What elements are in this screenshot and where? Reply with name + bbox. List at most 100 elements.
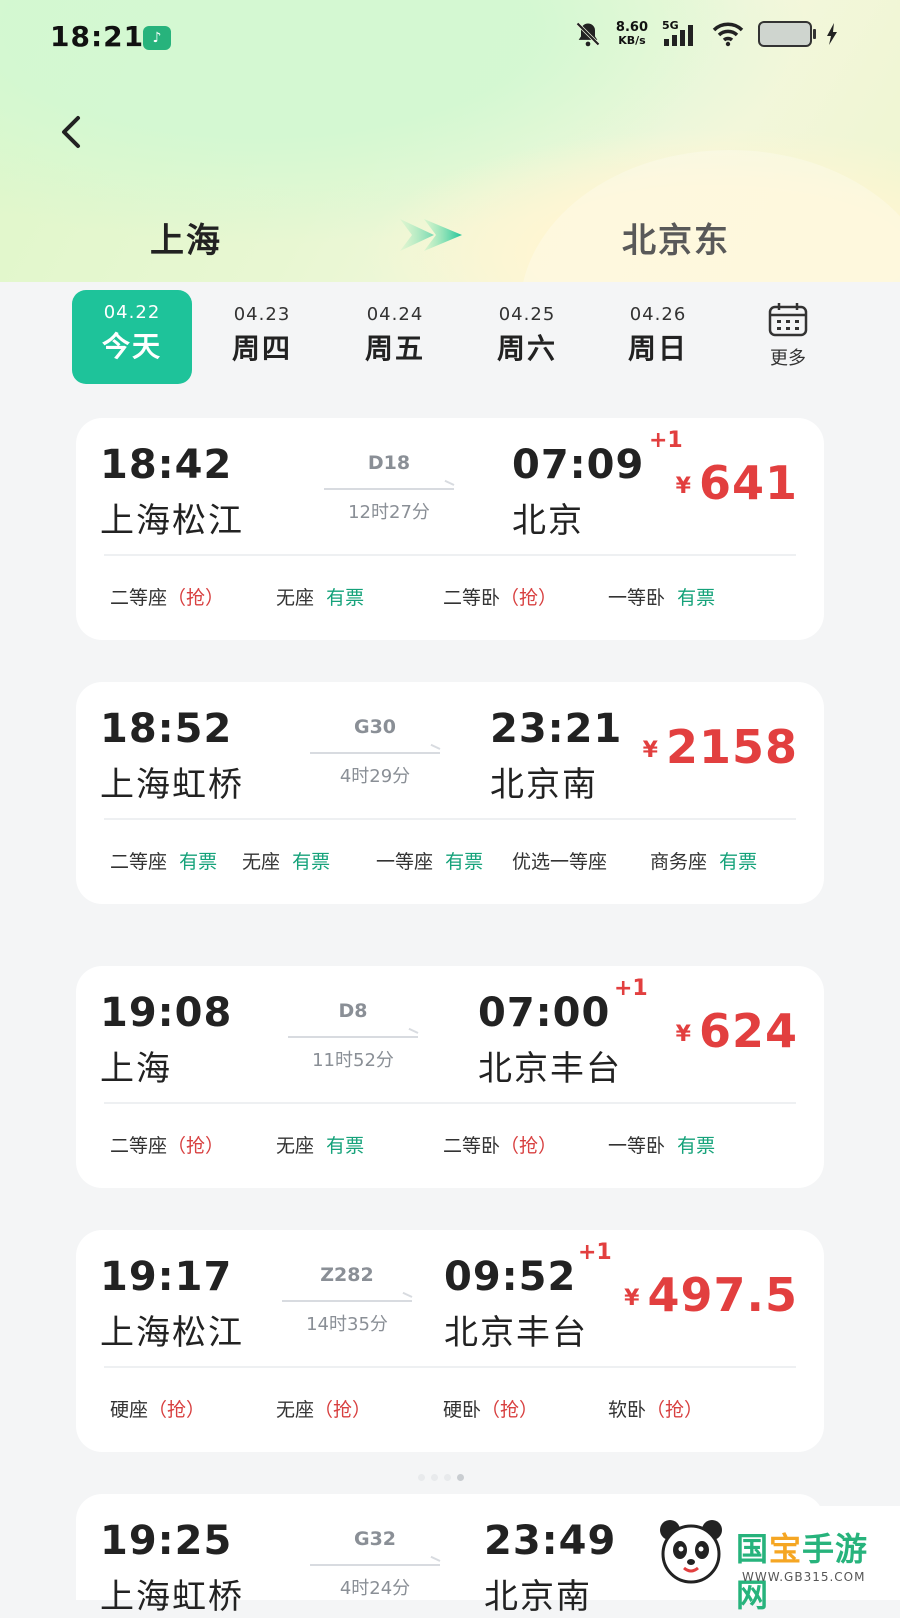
network-speed: 8.60 KB/s: [616, 21, 648, 47]
seat-item: 二等座（抢）: [110, 583, 224, 610]
departure-time: 18:52: [100, 706, 233, 752]
date-tab-today[interactable]: 04.22 今天: [72, 290, 192, 384]
seat-type: 软卧: [608, 1399, 647, 1421]
route-line: [324, 484, 454, 494]
price: ¥624: [676, 1004, 798, 1058]
route-header: 上海 北京东: [0, 205, 900, 265]
currency-symbol: ¥: [675, 474, 691, 499]
departure-station: 上海虹桥: [100, 1577, 244, 1617]
arrival-time: 09:52: [444, 1254, 577, 1300]
date-tab-thu[interactable]: 04.23 周四: [202, 292, 322, 382]
destination-city[interactable]: 北京东: [622, 213, 730, 262]
mute-bell-icon: [576, 22, 600, 47]
route-line: [310, 748, 440, 758]
status-icons: 8.60 KB/s 5G: [574, 19, 838, 48]
seat-availability: 硬座（抢） 无座（抢） 硬卧（抢） 软卧（抢）: [110, 1395, 810, 1425]
watermark-name-b: 宝: [769, 1530, 803, 1568]
seat-type: 硬座: [110, 1399, 149, 1421]
train-info: D8 11时52分: [288, 1000, 418, 1072]
train-number: D18: [367, 452, 411, 474]
seat-item: 硬座（抢）: [110, 1395, 205, 1422]
seat-status: （抢）: [314, 1399, 372, 1421]
arrival-time: 23:49: [484, 1518, 617, 1564]
seat-status: （抢）: [500, 587, 558, 609]
back-button[interactable]: [52, 110, 92, 154]
date-selector: 04.22 今天 04.23 周四 04.24 周五 04.25 周六 04.2…: [0, 282, 900, 392]
seat-item: 硬卧（抢）: [443, 1395, 538, 1422]
date-tab-weekday: 今天: [101, 330, 162, 363]
price: ¥2158: [643, 720, 798, 774]
speed-value: 8.60: [615, 20, 648, 35]
seat-type: 无座: [276, 1135, 315, 1157]
price-value: 497.5: [647, 1268, 798, 1322]
direction-arrow-icon: [400, 219, 462, 251]
date-tab-weekday: 周五: [364, 332, 425, 365]
date-tab-date: 04.26: [629, 304, 687, 325]
price: ¥641: [676, 456, 798, 510]
train-card[interactable]: 18:52 上海虹桥 G30 4时29分 23:21 北京南 ¥2158 二等座…: [76, 682, 824, 904]
price-value: 2158: [665, 720, 798, 774]
currency-symbol: ¥: [624, 1286, 640, 1311]
price-value: 641: [698, 456, 798, 510]
seat-item: 无座 有票: [276, 1131, 364, 1158]
seat-status: （抢）: [167, 587, 225, 609]
date-tab-weekday: 周四: [231, 332, 292, 365]
seat-status: 有票: [677, 587, 716, 609]
seat-type: 无座: [242, 851, 281, 873]
panda-logo-icon: [660, 1520, 722, 1584]
train-card[interactable]: 19:08 上海 D8 11时52分 07:00 +1 北京丰台 ¥624 二等…: [76, 966, 824, 1188]
travel-duration: 12时27分: [348, 502, 430, 523]
travel-duration: 14时35分: [306, 1314, 388, 1335]
arrival-time: 07:09: [512, 442, 645, 488]
train-card[interactable]: 19:17 上海松江 Z282 14时35分 09:52 +1 北京丰台 ¥49…: [76, 1230, 824, 1452]
seat-item: 一等卧 有票: [608, 1131, 715, 1158]
seat-status: （抢）: [646, 1399, 704, 1421]
status-time: 18:21: [50, 20, 145, 53]
charging-icon: [827, 23, 837, 45]
more-label: 更多: [770, 348, 806, 369]
divider: [104, 1102, 796, 1104]
next-day-badge: +1: [614, 976, 648, 1001]
calendar-icon: [768, 303, 808, 337]
arrival-station: 北京南: [490, 765, 598, 805]
train-number: D8: [338, 1000, 368, 1022]
seat-item: 二等座 有票: [110, 847, 217, 874]
seat-type: 无座: [276, 587, 315, 609]
date-tab-sat[interactable]: 04.25 周六: [467, 292, 587, 382]
currency-symbol: ¥: [642, 738, 658, 763]
departure-time: 18:42: [100, 442, 233, 488]
seat-status: 有票: [179, 851, 218, 873]
more-dates-button[interactable]: 更多: [758, 302, 818, 370]
seat-type: 硬卧: [443, 1399, 482, 1421]
seat-type: 二等座: [110, 851, 168, 873]
date-tab-sun[interactable]: 04.26 周日: [598, 292, 718, 382]
seat-item: 优选一等座: [512, 847, 607, 874]
arrival-station: 北京: [512, 501, 584, 541]
date-tab-date: 04.22: [103, 302, 161, 323]
arrival-station: 北京丰台: [444, 1313, 588, 1353]
seat-type: 一等卧: [608, 587, 666, 609]
travel-duration: 11时52分: [312, 1050, 394, 1071]
seat-type: 商务座: [650, 851, 708, 873]
seat-status: 有票: [326, 1135, 365, 1157]
train-card[interactable]: 18:42 上海松江 D18 12时27分 07:09 +1 北京 ¥641 二…: [76, 418, 824, 640]
next-day-badge: +1: [578, 1240, 612, 1265]
departure-station: 上海松江: [100, 501, 244, 541]
departure-time: 19:08: [100, 990, 233, 1036]
scroll-dot: [457, 1474, 464, 1481]
origin-city[interactable]: 上海: [150, 213, 222, 262]
date-tab-fri[interactable]: 04.24 周五: [335, 292, 455, 382]
route-line: [288, 1032, 418, 1042]
seat-status: 有票: [719, 851, 758, 873]
divider: [104, 818, 796, 820]
seat-status: （抢）: [167, 1135, 225, 1157]
seat-status: （抢）: [481, 1399, 539, 1421]
next-day-badge: +1: [649, 428, 683, 453]
seat-type: 二等卧: [443, 1135, 501, 1157]
price-value: 624: [698, 1004, 798, 1058]
seat-item: 二等卧（抢）: [443, 1131, 557, 1158]
speed-unit: KB/s: [618, 34, 646, 47]
site-watermark: 国宝手游网 WWW.GB315.COM: [648, 1506, 900, 1614]
seat-status: 有票: [445, 851, 484, 873]
seat-item: 二等座（抢）: [110, 1131, 224, 1158]
